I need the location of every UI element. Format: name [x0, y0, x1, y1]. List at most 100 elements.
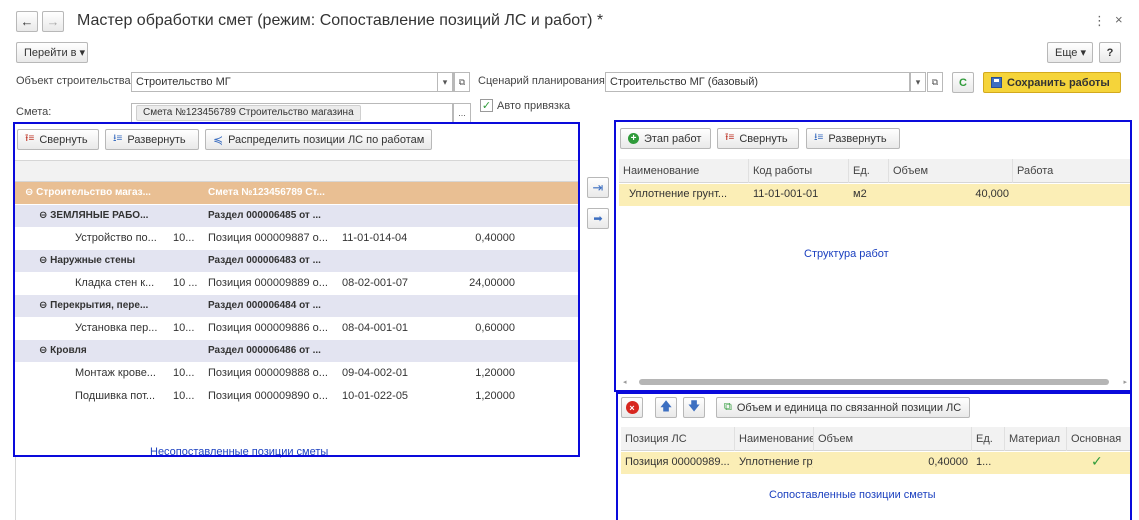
table-row[interactable]: Устройство по... 10... Позиция 000009887 о…: [15, 227, 578, 249]
matched-row-volume: 0,40000: [928, 456, 968, 468]
table-section-row[interactable]: ⊖ Наружные стены Раздел 000006483 от ...: [15, 249, 578, 272]
scenario-dropdown-button[interactable]: ▾: [910, 72, 926, 92]
remove-button[interactable]: ×: [621, 397, 643, 418]
work-table-row[interactable]: Уплотнение грунт... 11-01-001-01 м2 40,0…: [619, 184, 1130, 206]
work-header-unit[interactable]: Ед.: [849, 159, 889, 183]
row-cell-c1: ⊖ Кровля: [39, 344, 87, 356]
close-icon[interactable]: ×: [1115, 12, 1123, 27]
arrow-right-button[interactable]: ➡: [587, 208, 609, 229]
work-expand-button[interactable]: ⭳≡ Развернуть: [806, 128, 900, 149]
matched-table-header: Позиция ЛС Наименование Объем Ед. Матери…: [621, 427, 1130, 451]
chevron-down-icon: ▾: [915, 76, 921, 87]
work-header-name[interactable]: Наименование: [619, 159, 749, 183]
open-icon: ⧉: [931, 76, 939, 87]
row-cell-c5: 1,20000: [475, 389, 515, 402]
object-open-button[interactable]: ⧉: [454, 72, 470, 92]
work-collapse-button[interactable]: ⭱≡ Свернуть: [717, 128, 799, 149]
estimate-field[interactable]: Смета №123456789 Строительство магазина: [131, 103, 453, 123]
matched-header-unit[interactable]: Ед.: [972, 427, 1005, 451]
work-header-code[interactable]: Код работы: [749, 159, 849, 183]
row-cell-c3: Позиция 000009888 о...: [208, 367, 328, 379]
goto-button[interactable]: Перейти в ▾: [16, 42, 88, 63]
help-button[interactable]: ?: [1099, 42, 1121, 63]
row-cell-c5: 1,20000: [475, 367, 515, 379]
row-cell-c4: 11-01-014-04: [342, 232, 408, 244]
expand-icon: ⭳≡: [814, 132, 824, 143]
save-works-button[interactable]: Сохранить работы: [983, 72, 1121, 93]
table-row[interactable]: Установка пер... 10... Позиция 000009886 о…: [15, 317, 578, 339]
matched-row-unit: 1...: [976, 456, 992, 468]
table-section-row[interactable]: ⊖ ЗЕМЛЯНЫЕ РАБО... Раздел 000006485 от ..…: [15, 204, 578, 227]
scroll-left-arrow[interactable]: ◂: [623, 378, 627, 386]
table-row[interactable]: Кладка стен к... 10 ... Позиция 000009889 …: [15, 272, 578, 294]
save-works-label: Сохранить работы: [1007, 76, 1110, 89]
table-row[interactable]: Монтаж крове... 10... Позиция 000009888 о.…: [15, 362, 578, 384]
scenario-open-button[interactable]: ⧉: [927, 72, 943, 92]
more-button[interactable]: Еще ▾: [1047, 42, 1093, 63]
table-group-row[interactable]: ⊖ Строительство магаз... Смета №123456789…: [15, 182, 578, 204]
table-section-row[interactable]: ⊖ Кровля Раздел 000006486 от ...: [15, 339, 578, 362]
left-collapse-button[interactable]: ⭱≡ Свернуть: [17, 129, 99, 150]
row-cell-c3: Раздел 000006486 от ...: [208, 344, 321, 356]
chevron-down-icon: ▾: [442, 76, 448, 87]
expand-icon: ⭳≡: [113, 133, 123, 144]
row-cell-c5: 0,60000: [475, 322, 515, 334]
scroll-right-arrow[interactable]: ▸: [1123, 378, 1127, 386]
remove-red-icon: ×: [625, 401, 639, 414]
row-cell-c2: 10...: [173, 322, 195, 334]
distribute-button[interactable]: ≼ Распределить позиции ЛС по работам: [205, 129, 432, 150]
row-cell-c3: Позиция 000009887 о...: [208, 232, 328, 244]
work-collapse-label: Свернуть: [739, 132, 788, 145]
forward-button[interactable]: →: [42, 11, 64, 32]
stage-button[interactable]: + Этап работ: [620, 128, 711, 149]
row-cell-c2: 10...: [173, 367, 195, 379]
left-expand-button[interactable]: ⭳≡ Развернуть: [105, 129, 199, 150]
matched-header-name[interactable]: Наименование: [735, 427, 814, 451]
matched-header-volume[interactable]: Объем: [814, 427, 972, 451]
move-down-button[interactable]: 🡇: [683, 397, 705, 418]
row-cell-c1: Подшивка пот...: [75, 389, 156, 402]
matched-row-main[interactable]: ✓: [1091, 453, 1121, 470]
arrow-right-icon: ➡: [593, 213, 603, 225]
estimate-select-button[interactable]: ...: [453, 103, 471, 123]
row-cell-c5: 24,00000: [469, 277, 515, 289]
row-cell-c3: Позиция 000009886 о...: [208, 322, 328, 334]
row-cell-c1: Монтаж крове...: [75, 367, 156, 379]
table-section-row[interactable]: ⊖ Перекрытия, пере... Раздел 000006484 от…: [15, 294, 578, 317]
distribute-label: Распределить позиции ЛС по работам: [228, 133, 425, 146]
row-cell-c3: Раздел 000006483 от ...: [208, 254, 321, 266]
left-collapse-label: Свернуть: [39, 133, 88, 146]
window-title: Мастер обработки смет (режим: Сопоставле…: [77, 12, 604, 29]
row-cell-c2: 10 ...: [173, 277, 198, 289]
table-row[interactable]: Подшивка пот... 10... Позиция 000009890 о.…: [15, 385, 578, 407]
scroll-thumb[interactable]: [639, 379, 1109, 385]
scenario-field[interactable]: Строительство МГ (базовый): [605, 72, 910, 92]
work-table-header: Наименование Код работы Ед. Объем Работа: [619, 159, 1130, 183]
object-dropdown-button[interactable]: ▾: [437, 72, 453, 92]
work-header-work[interactable]: Работа: [1013, 159, 1130, 183]
menu-dots-icon[interactable]: ⋮: [1093, 13, 1106, 29]
back-button[interactable]: ←: [16, 11, 38, 32]
scenario-label: Сценарий планирования:: [478, 75, 608, 87]
arrow-down-icon: 🡇: [687, 399, 701, 413]
arrow-up-icon: 🡅: [659, 399, 673, 413]
collapse-icon: ⭱≡: [725, 132, 735, 143]
auto-link-checkbox[interactable]: ✓: [480, 99, 493, 112]
matched-header-position[interactable]: Позиция ЛС: [621, 427, 735, 451]
work-scrollbar[interactable]: ◂ ▸: [621, 377, 1129, 387]
refresh-button[interactable]: C: [952, 72, 974, 93]
move-up-button[interactable]: 🡅: [655, 397, 677, 418]
row-cell-c4: 08-02-001-07: [342, 277, 409, 289]
matched-table-row[interactable]: Позиция 00000989... Уплотнение гру... 0,…: [621, 452, 1130, 474]
move-right-button[interactable]: ⇥: [587, 177, 609, 198]
row-cell-c1: ⊖ ЗЕМЛЯНЫЕ РАБО...: [39, 209, 149, 221]
row-cell-c3: Раздел 000006484 от ...: [208, 299, 321, 311]
row-cell-c1: Устройство по...: [75, 232, 157, 244]
estimate-label: Смета:: [16, 106, 52, 118]
matched-header-main[interactable]: Основная: [1067, 427, 1130, 451]
work-header-volume[interactable]: Объем: [889, 159, 1013, 183]
arrow-left-icon: ←: [20, 14, 34, 29]
matched-header-material[interactable]: Материал: [1005, 427, 1067, 451]
object-field[interactable]: Строительство МГ: [131, 72, 454, 92]
volume-unit-button[interactable]: ⧉ Объем и единица по связанной позиции Л…: [716, 397, 970, 418]
